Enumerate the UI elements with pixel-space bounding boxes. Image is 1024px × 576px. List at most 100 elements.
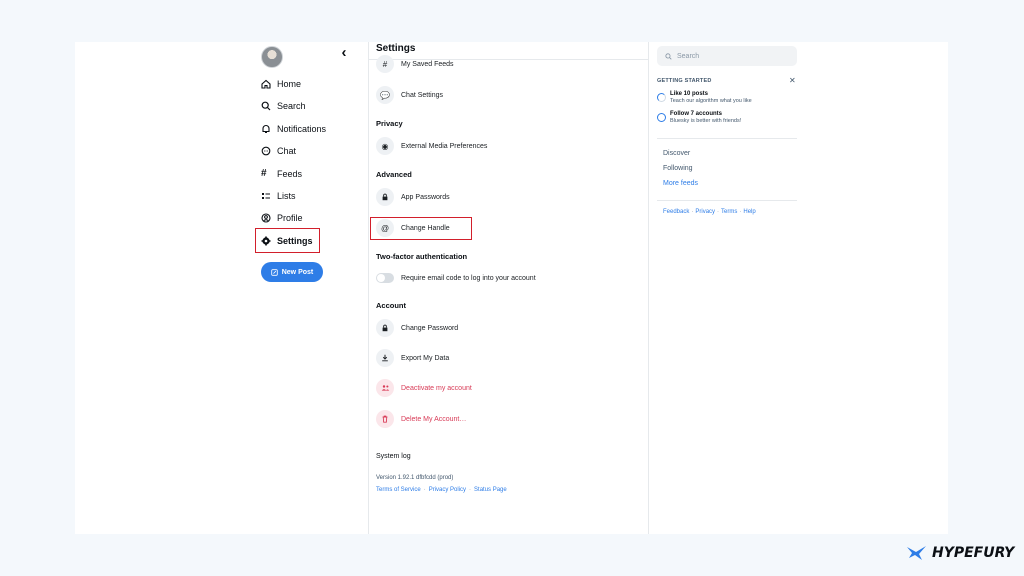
nav-item-chat[interactable]: Chat [261,141,296,161]
separator: · [423,487,426,493]
right-sidebar: Search GETTING STARTED ✕ Like 10 posts T… [649,42,948,534]
section-two-factor: Two-factor authentication [376,252,468,261]
search-icon [665,52,672,60]
task-title: Like 10 posts [670,91,709,97]
chat-icon: 💬 [376,86,394,104]
row-label: Deactivate my account [401,384,472,392]
terms-link[interactable]: Terms [721,209,737,215]
section-account: Account [376,301,406,310]
task-like-posts: Like 10 posts Teach our algorithm what y… [657,91,752,104]
hash-icon: # [376,55,394,73]
system-log-link[interactable]: System log [376,453,411,460]
terms-link[interactable]: Terms of Service [376,487,421,493]
getting-started-title: GETTING STARTED [657,78,712,84]
saved-feeds-row[interactable]: # My Saved Feeds [376,54,454,74]
new-post-button[interactable]: New Post [261,262,323,282]
footer-links: Feedback · Privacy · Terms · Help [663,209,756,215]
new-post-label: New Post [281,268,314,276]
settings-panel: Settings # My Saved Feeds 💬 Chat Setting… [368,42,648,534]
row-label: App Passwords [401,193,450,201]
nav-label: Feeds [277,169,303,179]
users-icon [376,379,394,397]
feedback-link[interactable]: Feedback [663,209,689,215]
lock-icon [376,319,394,337]
change-password-row[interactable]: Change Password [376,318,458,338]
email-code-toggle[interactable] [376,273,394,283]
search-icon [261,101,271,111]
search-placeholder: Search [677,52,700,60]
section-privacy: Privacy [376,119,403,128]
help-link[interactable]: Help [743,209,755,215]
row-label: External Media Preferences [401,142,488,150]
user-icon [261,213,271,223]
export-data-row[interactable]: Export My Data [376,348,449,368]
app-window: ‹ Home Search Notifications Chat # Feeds… [75,42,948,534]
compose-icon [271,268,278,276]
search-input[interactable]: Search [657,46,797,66]
task-title: Follow 7 accounts [670,111,723,117]
nav-label: Home [277,79,302,89]
nav-label: Chat [277,146,297,156]
download-icon [376,349,394,367]
app-passwords-row[interactable]: App Passwords [376,187,450,207]
row-label: Chat Settings [401,91,444,99]
row-label: Export My Data [401,354,450,362]
task-follow-accounts: Follow 7 accounts Bluesky is better with… [657,111,741,124]
nav-item-lists[interactable]: Lists [261,186,296,206]
check-circle-icon [657,113,666,122]
nav-label: Search [277,101,306,111]
task-subtitle: Teach our algorithm what you like [670,98,752,104]
record-icon: ◉ [376,137,394,155]
chat-settings-row[interactable]: 💬 Chat Settings [376,85,443,105]
divider [657,138,797,139]
progress-icon [657,93,666,102]
lock-icon [376,188,394,206]
nav-item-feeds[interactable]: # Feeds [261,164,302,184]
task-subtitle: Bluesky is better with friends! [670,118,742,124]
chevron-left-icon[interactable]: ‹ [337,45,351,61]
deactivate-account-row[interactable]: Deactivate my account [376,378,472,398]
list-icon [262,193,270,199]
feed-discover[interactable]: Discover [663,150,690,157]
status-link[interactable]: Status Page [474,487,507,493]
bell-icon [262,125,270,134]
hypefury-logo: HYPEFURY [906,545,1014,561]
trash-icon [376,410,394,428]
separator: · [739,209,742,215]
hash-icon: # [261,168,267,179]
brand-name: HYPEFURY [932,545,1015,561]
version-text: Version 1.92.1 dfbfcdd (prod) [376,475,454,481]
nav-label: Lists [277,191,296,201]
row-label: My Saved Feeds [401,60,454,68]
nav-item-search[interactable]: Search [261,96,306,116]
delete-account-row[interactable]: Delete My Account… [376,409,466,429]
privacy-link[interactable]: Privacy [695,209,715,215]
legal-links: Terms of Service · Privacy Policy · Stat… [376,487,507,493]
hypefury-bird-icon [907,546,926,560]
require-email-row[interactable]: Require email code to log into your acco… [376,268,536,288]
separator: · [691,209,694,215]
separator: · [469,487,472,493]
nav-item-profile[interactable]: Profile [261,208,303,228]
row-label: Require email code to log into your acco… [401,274,536,282]
more-feeds-link[interactable]: More feeds [663,180,698,187]
page-title: Settings [376,43,416,54]
section-advanced: Advanced [376,170,412,179]
avatar[interactable] [261,46,283,68]
nav-item-notifications[interactable]: Notifications [261,119,326,139]
home-icon [261,79,271,89]
divider [657,200,797,201]
nav-item-home[interactable]: Home [261,74,301,94]
close-icon[interactable]: ✕ [789,76,796,85]
change-handle-highlight-box [370,217,472,240]
external-media-row[interactable]: ◉ External Media Preferences [376,136,487,156]
nav-label: Notifications [277,124,327,134]
feed-following[interactable]: Following [663,165,693,172]
chat-icon [261,146,271,156]
separator: · [717,209,720,215]
row-label: Delete My Account… [401,415,467,423]
left-nav: ‹ Home Search Notifications Chat # Feeds… [75,42,368,534]
settings-highlight-box [255,228,320,253]
privacy-link[interactable]: Privacy Policy [429,487,466,493]
row-label: Change Password [401,324,459,332]
